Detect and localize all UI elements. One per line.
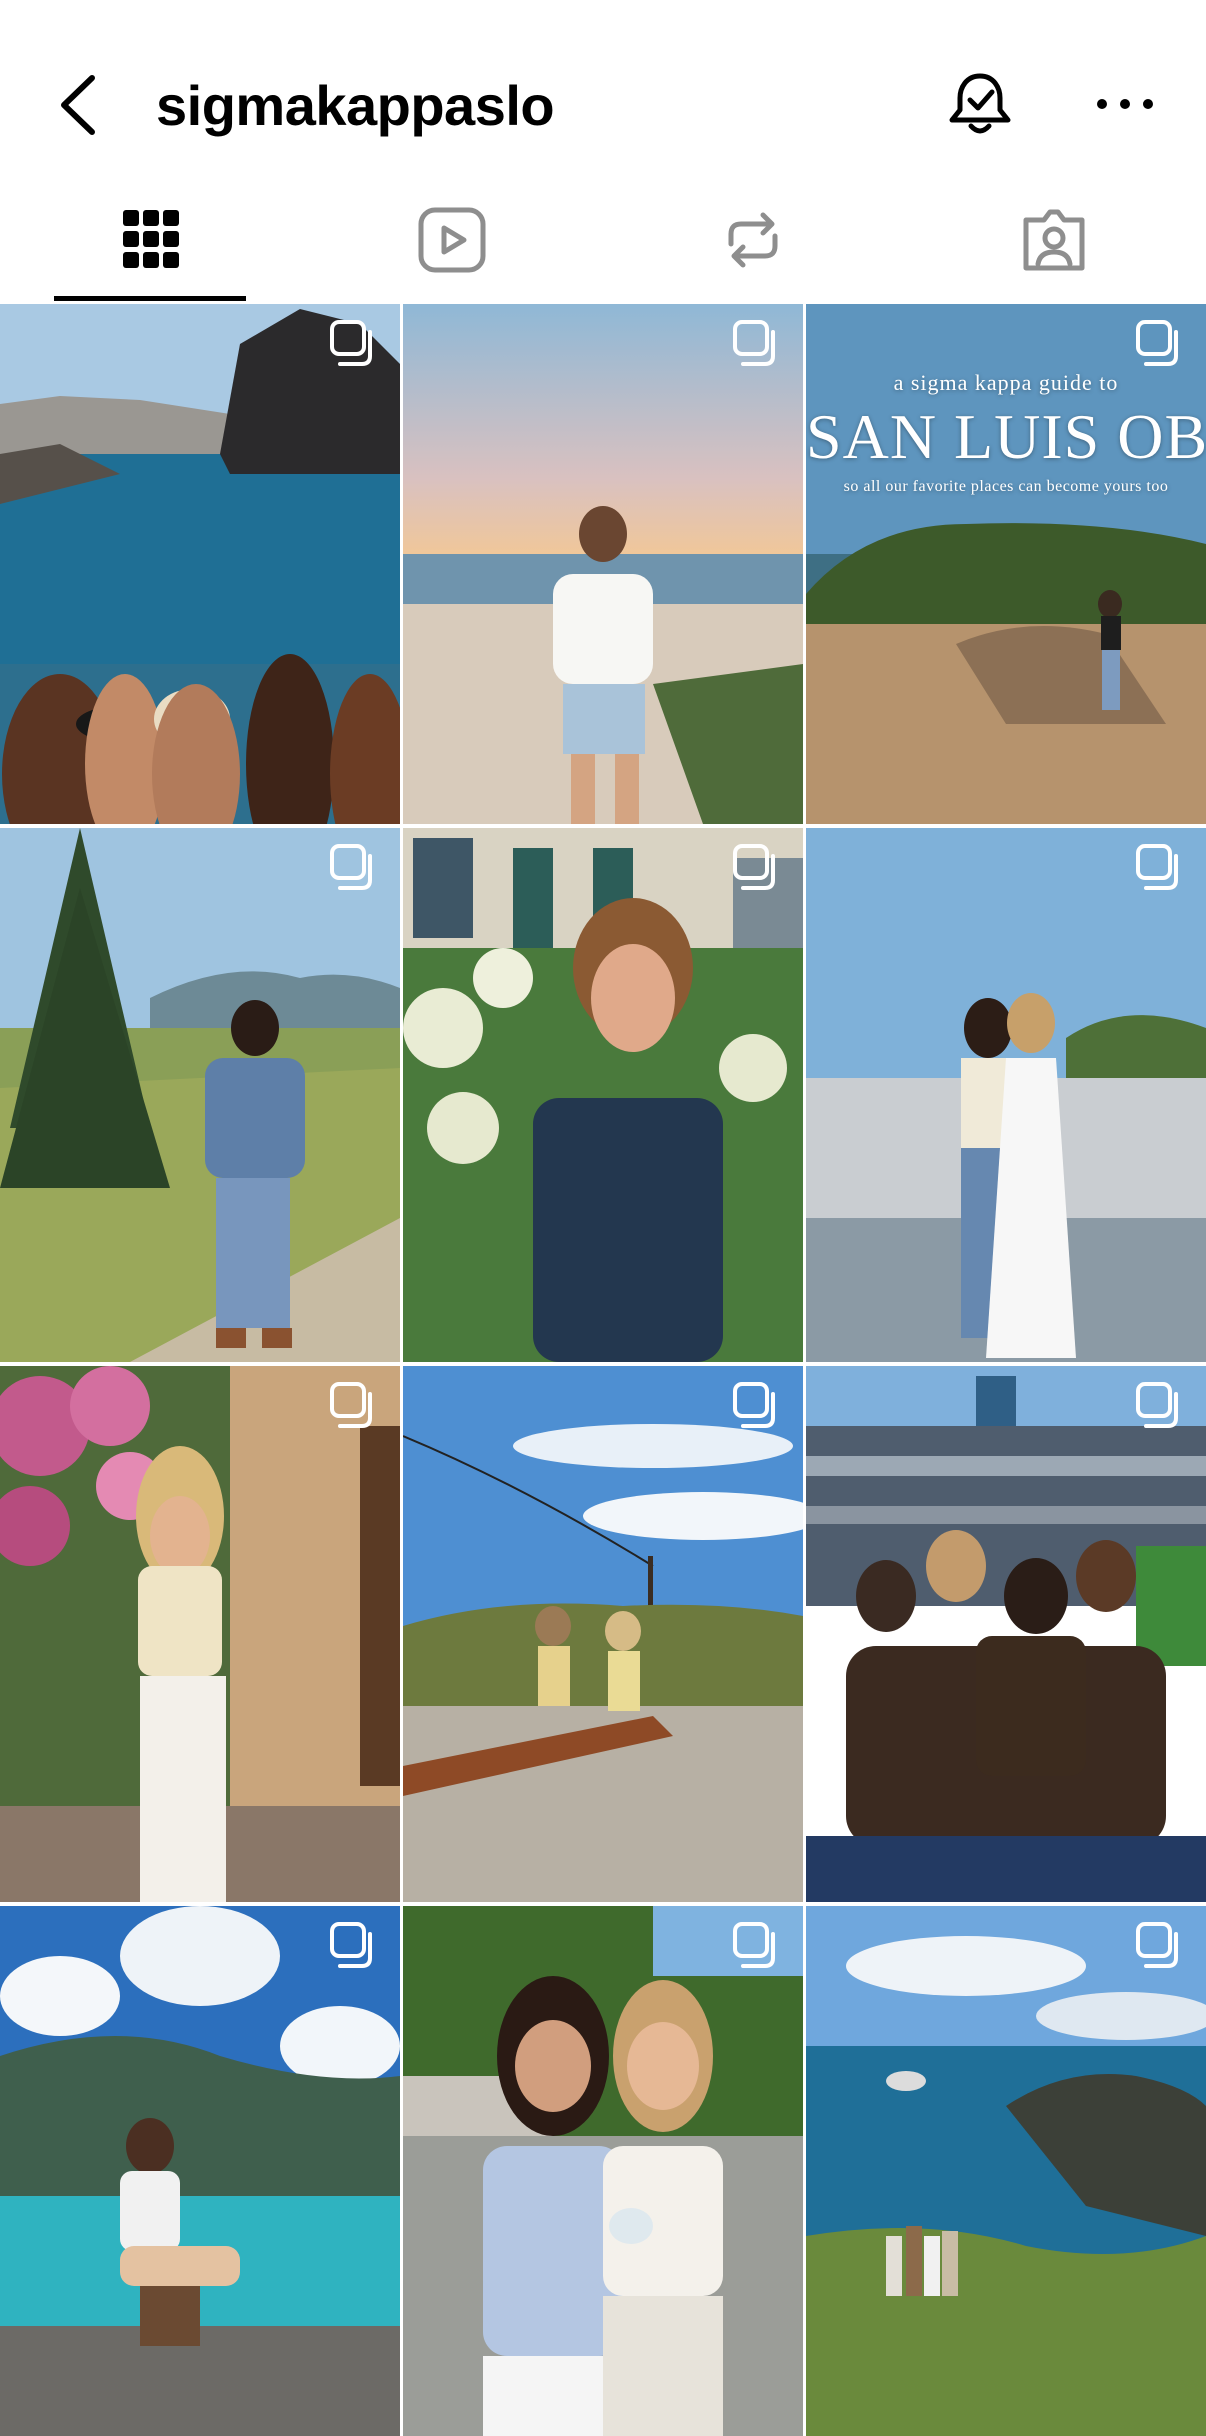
selected-tab-indicator [54, 296, 246, 301]
repost-icon [728, 212, 777, 268]
carousel-icon [1136, 1382, 1178, 1428]
post-image [0, 1366, 400, 1902]
post-image [403, 828, 803, 1362]
back-button[interactable] [52, 70, 112, 140]
post-image [806, 1906, 1206, 2436]
profile-username: sigmakappaslo [156, 74, 555, 137]
guide-subtitle: a sigma kappa guide to [893, 370, 1119, 395]
profile-header: sigmakappaslo [0, 0, 1206, 190]
post-image [806, 828, 1206, 1362]
post-image [403, 1366, 803, 1902]
carousel-icon [330, 320, 372, 366]
post-image [0, 828, 400, 1362]
guide-title: SAN LUIS OBISPO [806, 401, 1206, 472]
post-tile[interactable] [403, 1906, 803, 2436]
carousel-icon [1136, 1922, 1178, 1968]
tab-reposts[interactable] [602, 190, 903, 302]
post-tile[interactable] [806, 828, 1206, 1362]
tab-tagged[interactable] [903, 190, 1204, 302]
tab-grid[interactable] [0, 190, 301, 302]
notifications-button[interactable] [940, 64, 1020, 144]
carousel-icon [1136, 320, 1178, 366]
post-image [0, 1906, 400, 2436]
post-tile[interactable] [403, 1366, 803, 1902]
guide-tagline: so all our favorite places can become yo… [843, 478, 1169, 495]
post-tile[interactable] [0, 828, 400, 1362]
post-tile[interactable] [0, 304, 400, 824]
more-horizontal-icon [1097, 99, 1153, 109]
post-tile[interactable] [806, 1906, 1206, 2436]
post-tile[interactable] [0, 1906, 400, 2436]
carousel-icon [733, 844, 775, 890]
post-tile[interactable]: a sigma kappa guide to SAN LUIS OBISPO s… [806, 304, 1206, 824]
carousel-icon [733, 1922, 775, 1968]
carousel-icon [330, 1922, 372, 1968]
reels-icon [418, 207, 485, 273]
tab-reels[interactable] [301, 190, 602, 302]
post-image [806, 1366, 1206, 1902]
profile-tabs [0, 190, 1206, 302]
carousel-icon [733, 320, 775, 366]
tagged-icon [1023, 209, 1084, 271]
post-tile[interactable] [403, 828, 803, 1362]
post-image [0, 304, 400, 824]
bell-check-icon [949, 73, 1011, 134]
carousel-icon [733, 1382, 775, 1428]
chevron-left-icon [61, 75, 95, 135]
carousel-icon [330, 1382, 372, 1428]
posts-grid: a sigma kappa guide to SAN LUIS OBISPO s… [0, 304, 1206, 2436]
post-image [403, 1906, 803, 2436]
carousel-icon [1136, 844, 1178, 890]
post-tile[interactable] [806, 1366, 1206, 1902]
post-image [403, 304, 803, 824]
more-options-button[interactable] [1090, 74, 1160, 134]
carousel-icon [330, 844, 372, 890]
post-tile[interactable] [403, 304, 803, 824]
post-tile[interactable] [0, 1366, 400, 1902]
grid-icon [122, 210, 179, 268]
